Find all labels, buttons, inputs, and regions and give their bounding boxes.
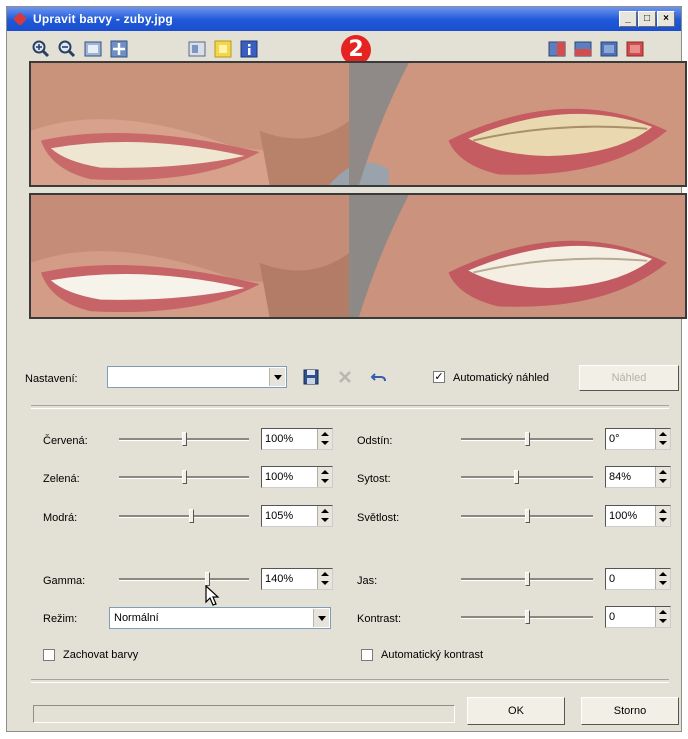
preview-button[interactable]: Náhled — [579, 365, 679, 391]
spin-arrows[interactable] — [317, 467, 332, 487]
gamma-label: Gamma: — [43, 575, 86, 587]
maximize-button[interactable]: □ — [638, 11, 656, 27]
green-slider[interactable] — [119, 467, 249, 487]
blue-slider[interactable] — [119, 506, 249, 526]
red-label: Červená: — [43, 435, 88, 447]
hue-slider[interactable] — [461, 429, 593, 449]
red-spinbox[interactable]: 100% — [261, 428, 333, 450]
contrast-spinbox[interactable]: 0 — [605, 606, 671, 628]
saturation-slider[interactable] — [461, 467, 593, 487]
slider-thumb[interactable] — [182, 470, 187, 484]
mode-value: Normální — [114, 612, 159, 624]
slider-thumb[interactable] — [514, 470, 520, 484]
actual-size-icon[interactable] — [109, 39, 129, 59]
red-slider[interactable] — [119, 429, 249, 449]
slider-thumb[interactable] — [182, 432, 187, 446]
zoom-out-icon[interactable] — [57, 39, 77, 59]
adjusted-preview-image — [29, 193, 687, 319]
auto-contrast-checkbox[interactable] — [361, 649, 373, 661]
original-preview-image — [29, 61, 687, 187]
blue-label: Modrá: — [43, 512, 78, 524]
gamma-slider[interactable] — [119, 569, 249, 589]
saturation-label: Sytost: — [357, 473, 391, 485]
contrast-label: Kontrast: — [357, 613, 402, 625]
zoom-in-icon[interactable] — [31, 39, 51, 59]
gamma-spinbox[interactable]: 140% — [261, 568, 333, 590]
separator — [31, 679, 669, 683]
gamma-value: 140% — [265, 573, 294, 585]
preset-label: Nastavení: — [25, 373, 78, 385]
slider-thumb[interactable] — [525, 509, 530, 523]
adjust-colors-dialog: Upravit barvy - zuby.jpg _ □ × 2 Nastave… — [6, 6, 687, 732]
spin-arrows[interactable] — [317, 569, 332, 589]
green-spinbox[interactable]: 100% — [261, 466, 333, 488]
spin-arrows[interactable] — [317, 506, 332, 526]
contrast-value: 0 — [609, 611, 616, 623]
hue-label: Odstín: — [357, 435, 393, 447]
delete-preset-icon[interactable] — [335, 367, 355, 387]
chevron-down-icon[interactable] — [269, 368, 285, 386]
original-only-icon[interactable] — [625, 39, 645, 59]
red-value: 100% — [265, 433, 294, 445]
separator — [31, 405, 669, 409]
spin-arrows[interactable] — [317, 429, 332, 449]
brightness-label: Jas: — [357, 575, 378, 587]
blue-value: 105% — [265, 510, 294, 522]
brightness-slider[interactable] — [461, 569, 593, 589]
contrast-slider[interactable] — [461, 607, 593, 627]
brightness-spinbox[interactable]: 0 — [605, 568, 671, 590]
preset-combobox[interactable] — [107, 366, 287, 388]
save-preset-icon[interactable] — [301, 367, 321, 387]
spin-arrows[interactable] — [655, 429, 670, 449]
slider-thumb[interactable] — [205, 572, 211, 586]
saturation-spinbox[interactable]: 84% — [605, 466, 671, 488]
spin-arrows[interactable] — [655, 506, 670, 526]
brightness-value: 0 — [609, 573, 616, 585]
title-bar[interactable]: Upravit barvy - zuby.jpg _ □ × — [7, 7, 681, 31]
auto-preview-label: Automatický náhled — [453, 372, 549, 384]
mode-label: Režim: — [43, 613, 78, 625]
lightness-label: Světlost: — [357, 512, 400, 524]
hue-spinbox[interactable]: 0° — [605, 428, 671, 450]
spin-arrows[interactable] — [655, 467, 670, 487]
saturation-value: 84% — [609, 471, 632, 483]
progress-bar — [33, 705, 455, 723]
green-value: 100% — [265, 471, 294, 483]
spin-arrows[interactable] — [655, 569, 670, 589]
blue-spinbox[interactable]: 105% — [261, 505, 333, 527]
undo-icon[interactable] — [369, 367, 389, 387]
window-title: Upravit barvy - zuby.jpg — [33, 12, 173, 26]
cancel-button[interactable]: Storno — [581, 697, 679, 725]
auto-contrast-label: Automatický kontrast — [381, 649, 484, 661]
mode-combobox[interactable]: Normální — [109, 607, 331, 629]
lightness-slider[interactable] — [461, 506, 593, 526]
spin-arrows[interactable] — [655, 607, 670, 627]
lightness-spinbox[interactable]: 100% — [605, 505, 671, 527]
slider-thumb[interactable] — [188, 509, 194, 523]
info-icon[interactable] — [239, 39, 259, 59]
green-label: Zelená: — [43, 473, 80, 485]
highlight-icon[interactable] — [213, 39, 233, 59]
minimize-button[interactable]: _ — [619, 11, 637, 27]
hue-value: 0° — [609, 433, 620, 445]
app-icon — [13, 12, 27, 26]
fit-window-icon[interactable] — [83, 39, 103, 59]
split-horizontal-icon[interactable] — [573, 39, 593, 59]
chevron-down-icon[interactable] — [313, 609, 329, 627]
ok-button[interactable]: OK — [467, 697, 565, 725]
close-button[interactable]: × — [657, 11, 675, 27]
slider-thumb[interactable] — [525, 610, 530, 624]
compare-icon[interactable] — [187, 39, 207, 59]
slider-thumb[interactable] — [525, 572, 530, 586]
mouse-pointer-icon — [205, 584, 221, 610]
single-view-icon[interactable] — [599, 39, 619, 59]
preserve-colors-checkbox[interactable] — [43, 649, 55, 661]
lightness-value: 100% — [609, 510, 638, 522]
preserve-colors-label: Zachovat barvy — [63, 649, 139, 661]
split-vertical-icon[interactable] — [547, 39, 567, 59]
slider-thumb[interactable] — [525, 432, 530, 446]
auto-preview-checkbox[interactable]: ✓ — [433, 371, 445, 383]
